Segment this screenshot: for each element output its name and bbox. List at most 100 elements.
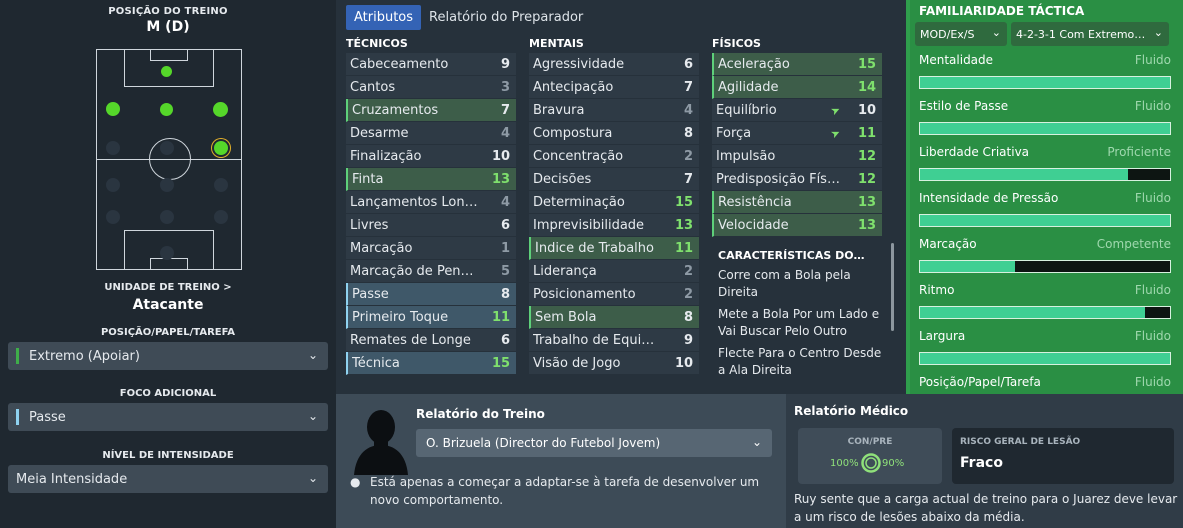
mental-attribute-row[interactable]: Índice de Trabalho 11: [529, 237, 699, 260]
technical-attribute-row[interactable]: Técnica 15: [346, 352, 516, 375]
attribute-name: Livres: [350, 217, 389, 233]
technical-header: TÉCNICOS: [346, 37, 408, 50]
attribute-name: Finta: [352, 171, 384, 187]
mental-attribute-row[interactable]: Concentração 2: [529, 145, 699, 168]
intensity-select[interactable]: Meia Intensidade ⌄: [8, 465, 328, 493]
mental-attribute-row[interactable]: Posicionamento 2: [529, 283, 699, 306]
position-dot-wbl[interactable]: [106, 178, 120, 192]
injury-risk-value: Fraco: [960, 455, 1003, 471]
technical-attribute-row[interactable]: Finta 13: [346, 168, 516, 191]
physical-attribute-row[interactable]: Velocidade 13: [712, 214, 882, 237]
coach-select[interactable]: O. Brizuela (Director do Futebol Jovem) …: [416, 429, 772, 457]
formation-select[interactable]: 4-2-3-1 Com Extremo… ⌄: [1011, 22, 1169, 46]
mental-attribute-row[interactable]: Bravura 4: [529, 99, 699, 122]
position-dot-dm[interactable]: [160, 178, 174, 192]
attribute-value: 8: [500, 286, 510, 302]
tactical-familiarity-title: FAMILIARIDADE TÁCTICA: [919, 4, 1085, 18]
mental-attribute-row[interactable]: Liderança 2: [529, 260, 699, 283]
attribute-value: 10: [858, 102, 877, 118]
focus-color-bar: [16, 409, 19, 425]
mental-attribute-row[interactable]: Antecipação 7: [529, 76, 699, 99]
attribute-name: Agilidade: [718, 79, 779, 95]
position-dot-aml[interactable]: [106, 102, 120, 116]
physical-attribute-row[interactable]: Agilidade 14: [712, 76, 882, 99]
training-report-note-text: Está apenas a começar a adaptar-se à tar…: [370, 475, 760, 507]
tactical-level-text: Fluido: [1134, 375, 1171, 389]
physical-attribute-row[interactable]: Resistência 13: [712, 191, 882, 214]
physical-attribute-row[interactable]: Impulsão 12: [712, 145, 882, 168]
attribute-value: 15: [492, 355, 511, 371]
attribute-name: Marcação de Pen…: [350, 263, 474, 279]
position-dot-dr[interactable]: [214, 210, 228, 224]
characteristics-scrollbar[interactable]: [891, 243, 894, 331]
mentality-select[interactable]: MOD/Ex/S ⌄: [915, 22, 1007, 46]
attribute-value: 7: [683, 171, 693, 187]
medical-report-title: Relatório Médico: [794, 404, 909, 418]
attribute-name: Liderança: [533, 263, 597, 279]
attribute-name: Resistência: [718, 194, 792, 210]
mental-attribute-row[interactable]: Agressividade 6: [529, 53, 699, 76]
technical-attribute-row[interactable]: Cantos 3: [346, 76, 516, 99]
attribute-name: Antecipação: [533, 79, 614, 95]
tactical-level-text: Fluido: [1134, 329, 1171, 343]
characteristic-item: Mete a Bola Por um Lado e Vai Buscar Pel…: [718, 307, 880, 338]
role-select[interactable]: Extremo (Apoiar) ⌄: [8, 342, 328, 370]
player-training-screen: POSIÇÃO DO TREINO M (D) UNIDADE DE TREIN…: [0, 0, 1183, 528]
mental-attribute-row[interactable]: Decisões 7: [529, 168, 699, 191]
technical-attribute-row[interactable]: Marcação 1: [346, 237, 516, 260]
physical-attribute-row[interactable]: Aceleração 15: [712, 53, 882, 76]
attribute-name: Velocidade: [718, 217, 789, 233]
position-dot-mr-selected[interactable]: [214, 141, 228, 155]
mental-attribute-row[interactable]: Sem Bola 8: [529, 306, 699, 329]
technical-attribute-row[interactable]: Desarme 4: [346, 122, 516, 145]
characteristics-box: CARACTERÍSTICAS DO… Corre com a Bola pel…: [712, 243, 898, 393]
mental-attribute-row[interactable]: Determinação 15: [529, 191, 699, 214]
technical-attribute-row[interactable]: Cruzamentos 7: [346, 99, 516, 122]
focus-select[interactable]: Passe ⌄: [8, 403, 328, 431]
pre-value: 90%: [882, 458, 905, 469]
training-unit-link[interactable]: UNIDADE DE TREINO >: [0, 282, 336, 293]
technical-attribute-row[interactable]: Lançamentos Lon… 4: [346, 191, 516, 214]
technical-attribute-row[interactable]: Livres 6: [346, 214, 516, 237]
tab-coach-report[interactable]: Relatório do Preparador: [421, 5, 591, 30]
technical-attribute-row[interactable]: Finalização 10: [346, 145, 516, 168]
position-dot-amr[interactable]: [213, 102, 228, 117]
attribute-value: 6: [500, 332, 510, 348]
attributes-tabs: Atributos Relatório do Preparador: [346, 4, 591, 30]
position-dot-dc[interactable]: [160, 210, 174, 224]
physical-header: FÍSICOS: [712, 37, 761, 50]
physical-attribute-row[interactable]: Predisposição Fís… 12: [712, 168, 882, 191]
mental-attribute-row[interactable]: Trabalho de Equi… 9: [529, 329, 699, 352]
position-dot-gk[interactable]: [160, 246, 174, 260]
technical-attribute-row[interactable]: Primeiro Toque 11: [346, 306, 516, 329]
attribute-name: Imprevisibilidade: [533, 217, 645, 233]
mental-attribute-row[interactable]: Visão de Jogo 10: [529, 352, 699, 375]
characteristics-title[interactable]: CARACTERÍSTICAS DO…: [718, 249, 898, 262]
attribute-name: Índice de Trabalho: [535, 240, 654, 256]
tactical-label: Largura: [919, 329, 966, 343]
attribute-name: Aceleração: [718, 56, 790, 72]
position-dot-dl[interactable]: [106, 210, 120, 224]
technical-attribute-row[interactable]: Remates de Longe 6: [346, 329, 516, 352]
technical-attribute-row[interactable]: Marcação de Pen… 5: [346, 260, 516, 283]
position-dot-st[interactable]: [161, 66, 172, 77]
attribute-value: 4: [500, 125, 510, 141]
tactical-familiarity-row: Estilo de Passe Fluido: [919, 99, 1171, 135]
technical-attribute-row[interactable]: Cabeceamento 9: [346, 53, 516, 76]
position-dot-ml[interactable]: [106, 141, 120, 155]
physical-attribute-row[interactable]: Equilíbrio ➤ 10: [712, 99, 882, 122]
technical-attribute-row[interactable]: Passe 8: [346, 283, 516, 306]
position-dot-mc[interactable]: [160, 141, 174, 155]
attribute-name: Cruzamentos: [352, 102, 439, 118]
medical-report-text: Ruy sente que a carga actual de treino p…: [794, 492, 1178, 524]
position-dot-wbr[interactable]: [214, 178, 228, 192]
attribute-value: 4: [500, 194, 510, 210]
tactical-familiarity-body: FAMILIARIDADE TÁCTICA MOD/Ex/S ⌄ 4-2-3-1…: [910, 0, 1183, 411]
mental-attribute-row[interactable]: Imprevisibilidade 13: [529, 214, 699, 237]
tab-attributes[interactable]: Atributos: [346, 4, 422, 30]
tactical-level-fill: [920, 123, 1170, 134]
tactical-familiarity-panel: FAMILIARIDADE TÁCTICA MOD/Ex/S ⌄ 4-2-3-1…: [906, 0, 1183, 411]
physical-attribute-row[interactable]: Força ➤ 11: [712, 122, 882, 145]
position-dot-amc[interactable]: [160, 103, 173, 116]
mental-attribute-row[interactable]: Compostura 8: [529, 122, 699, 145]
